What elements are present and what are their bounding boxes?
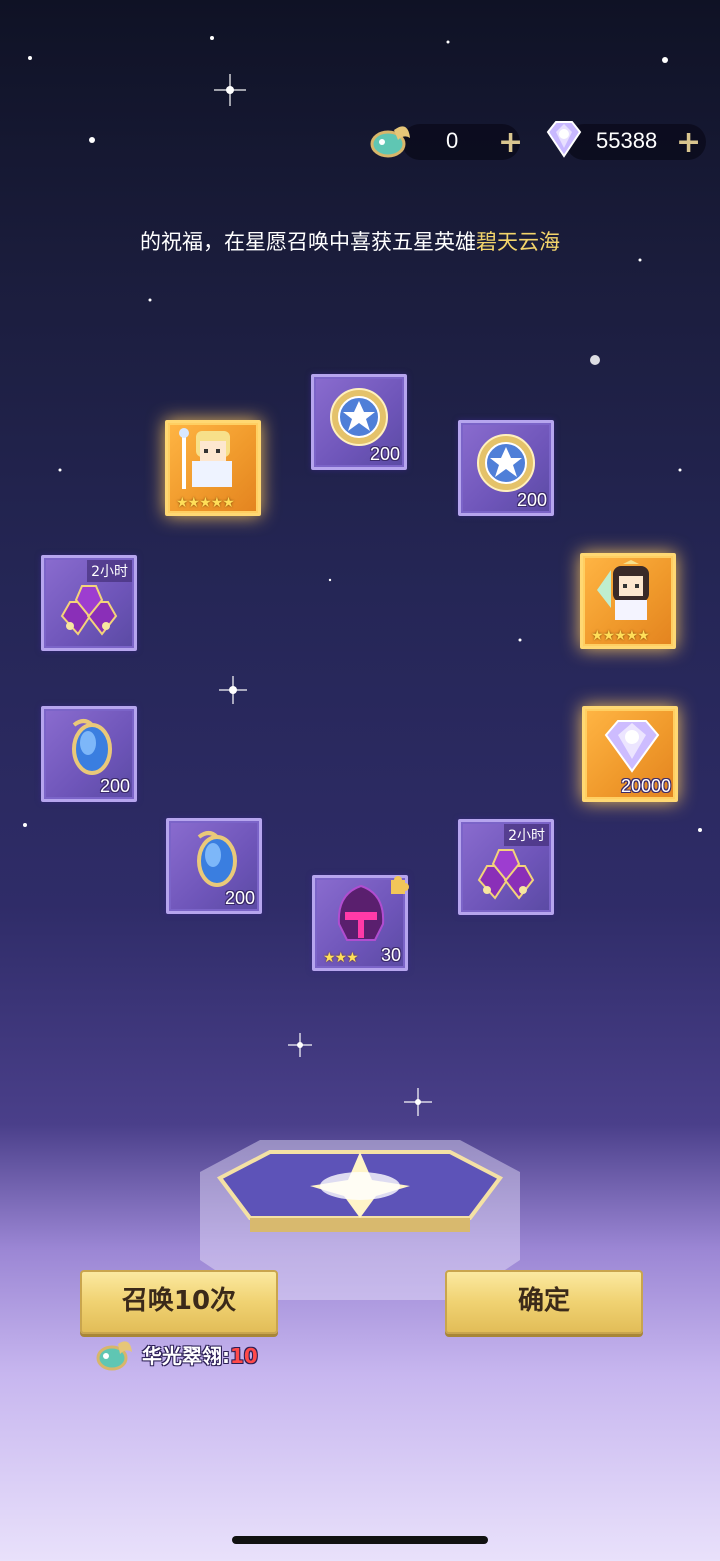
- reward-slot-blue-crystal[interactable]: 200: [166, 818, 262, 914]
- home-indicator[interactable]: [232, 1536, 488, 1544]
- reward-count: 200: [99, 776, 130, 796]
- potion-bundle-icon: [60, 585, 118, 636]
- hero-star-rating: ★★★★★: [591, 628, 650, 644]
- star-medal-icon: [477, 434, 535, 492]
- summon-10-button[interactable]: 召唤10次: [80, 1270, 278, 1334]
- duration-tag: 2小时: [504, 824, 549, 846]
- item-star-rating: ★★★: [323, 950, 359, 966]
- blue-crystal-icon: [197, 831, 237, 887]
- star-medal-icon: [330, 388, 388, 446]
- duration-tag: 2小时: [87, 560, 132, 582]
- summon-cost-amount: 10: [230, 1344, 258, 1368]
- hero-portrait-icon: [597, 560, 649, 620]
- diamond-icon: [604, 720, 660, 773]
- hero-portrait-icon: [179, 428, 232, 489]
- hero-star-rating: ★★★★★: [176, 495, 235, 511]
- announcement-hero-name: 碧天云海: [476, 230, 560, 254]
- reward-count: 200: [224, 888, 255, 908]
- reward-count: 200: [516, 490, 547, 510]
- summon-cost: 华光翠翎:10: [142, 1340, 258, 1369]
- reward-slot-hero-dark-hair-mage[interactable]: ★★★★★: [580, 553, 676, 649]
- reward-count: 200: [369, 444, 400, 464]
- confirm-button[interactable]: 确定: [445, 1270, 643, 1334]
- helmet-icon: [337, 884, 385, 941]
- feather-add-button[interactable]: +: [498, 128, 523, 158]
- reward-slot-blue-crystal[interactable]: 200: [41, 706, 137, 802]
- reward-count: 20000: [620, 776, 671, 796]
- reward-slot-exp-potion[interactable]: 2小时: [41, 555, 137, 651]
- summon-cost-label: 华光翠翎:: [142, 1344, 230, 1368]
- diamond-currency-value: 55388: [596, 128, 658, 153]
- diamond-currency-icon: [546, 121, 582, 158]
- reward-count: 30: [380, 945, 401, 965]
- reward-slot-star-medal[interactable]: 200: [458, 420, 554, 516]
- feather-currency-value: 0: [446, 128, 459, 153]
- announcement-text: 的祝福，在星愿召唤中喜获五星英雄: [140, 230, 476, 254]
- reward-slot-helmet-shard[interactable]: ★★★ 30: [312, 875, 409, 971]
- reward-slot-exp-potion[interactable]: 2小时: [458, 819, 554, 915]
- feather-currency-icon: [370, 126, 410, 158]
- reward-slot-star-medal[interactable]: 200: [311, 374, 407, 470]
- reward-slot-diamond[interactable]: 20000: [582, 706, 678, 802]
- feather-cost-icon: [96, 1341, 132, 1371]
- blue-crystal-icon: [72, 719, 112, 775]
- potion-bundle-icon: [477, 849, 535, 900]
- announcement-marquee: 的祝福，在星愿召唤中喜获五星英雄碧天云海: [140, 222, 578, 262]
- reward-slot-hero-blonde-knight[interactable]: ★★★★★: [165, 420, 261, 516]
- diamond-add-button[interactable]: +: [676, 128, 701, 158]
